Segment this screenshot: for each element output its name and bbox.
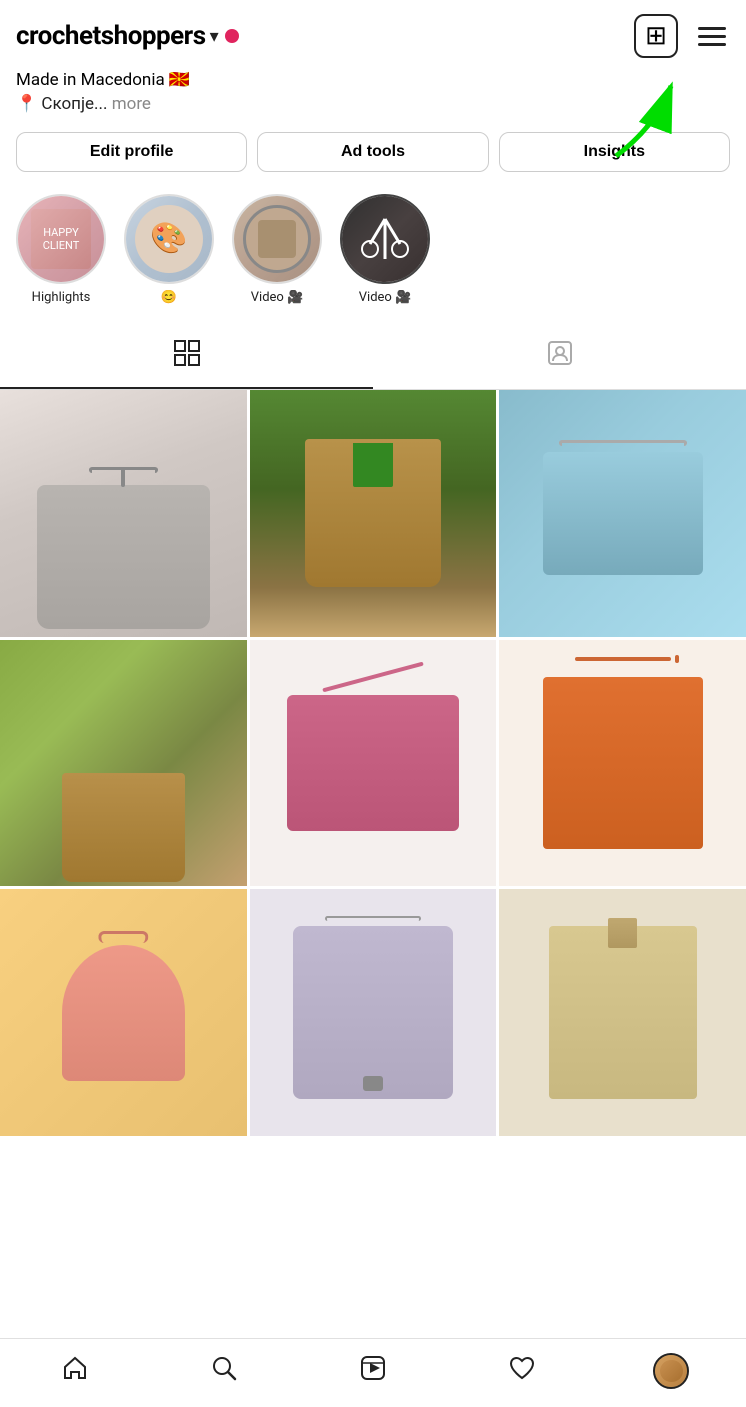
- grid-item-2[interactable]: [250, 390, 497, 637]
- grid-item-5[interactable]: [250, 640, 497, 887]
- tab-grid[interactable]: [0, 325, 373, 389]
- grid-item-6[interactable]: [499, 640, 746, 887]
- bio-line2: 📍 Скопје... more: [16, 94, 730, 114]
- bio-location: 📍 Скопје...: [16, 94, 108, 114]
- tab-tagged[interactable]: [373, 325, 746, 389]
- grid-item-3[interactable]: [499, 390, 746, 637]
- highlight-label-1: Highlights: [32, 290, 91, 305]
- menu-button[interactable]: [694, 23, 730, 50]
- grid-item-8[interactable]: [250, 889, 497, 1136]
- nav-home[interactable]: [45, 1349, 105, 1393]
- search-icon: [210, 1354, 238, 1389]
- home-icon: [61, 1354, 89, 1389]
- header: crochetshoppers ▾ ⊞: [0, 0, 746, 66]
- username-section: crochetshoppers ▾: [16, 21, 239, 51]
- highlight-image-2: 🎨: [126, 196, 212, 282]
- highlight-circle-2: 🎨: [124, 194, 214, 284]
- highlight-circle-1: HAPPYCLIENT: [16, 194, 106, 284]
- highlight-label-3: Video 🎥: [251, 290, 304, 305]
- add-content-button[interactable]: ⊞: [634, 14, 678, 58]
- nav-profile[interactable]: [641, 1349, 701, 1393]
- highlights-row: HAPPYCLIENT Highlights 🎨 😊: [0, 186, 746, 319]
- grid-item-9[interactable]: [499, 889, 746, 1136]
- insights-button[interactable]: Insights: [499, 132, 730, 172]
- highlight-image-4: [342, 196, 428, 282]
- username: crochetshoppers: [16, 21, 206, 51]
- grid-item-1[interactable]: [0, 390, 247, 637]
- menu-line-2: [698, 35, 726, 38]
- grid-item-7[interactable]: [0, 889, 247, 1136]
- header-actions: ⊞: [634, 14, 730, 58]
- nav-reels[interactable]: [343, 1349, 403, 1393]
- nav-heart[interactable]: [492, 1349, 552, 1393]
- nav-search[interactable]: [194, 1349, 254, 1393]
- grid-item-4[interactable]: [0, 640, 247, 887]
- heart-icon: [508, 1354, 536, 1389]
- highlight-circle-3: [232, 194, 322, 284]
- tab-bar: [0, 325, 746, 390]
- highlight-item-1[interactable]: HAPPYCLIENT Highlights: [16, 194, 106, 305]
- grid-icon: [173, 339, 201, 373]
- highlight-item-3[interactable]: Video 🎥: [232, 194, 322, 305]
- reels-icon: [359, 1354, 387, 1389]
- highlight-image-1: HAPPYCLIENT: [18, 196, 104, 282]
- live-dot: [225, 29, 239, 43]
- chevron-down-icon[interactable]: ▾: [210, 26, 219, 47]
- menu-line-1: [698, 27, 726, 30]
- photo-grid: [0, 390, 746, 1136]
- highlight-image-3: [234, 196, 320, 282]
- tagged-icon: [546, 339, 574, 373]
- edit-profile-button[interactable]: Edit profile: [16, 132, 247, 172]
- action-buttons: Edit profile Ad tools Insights: [0, 122, 746, 186]
- ad-tools-button[interactable]: Ad tools: [257, 132, 488, 172]
- highlight-item-2[interactable]: 🎨 😊: [124, 194, 214, 305]
- bio-more-link[interactable]: more: [112, 94, 151, 114]
- highlight-label-4: Video 🎥: [359, 290, 412, 305]
- bio-line1: Made in Macedonia 🇲🇰: [16, 70, 730, 90]
- bottom-nav: [0, 1338, 746, 1407]
- plus-icon: ⊞: [645, 21, 667, 51]
- highlight-label-2: 😊: [161, 290, 177, 305]
- bio-section: Made in Macedonia 🇲🇰 📍 Скопје... more: [0, 66, 746, 122]
- page-content: crochetshoppers ▾ ⊞ Made in Macedonia 🇲🇰…: [0, 0, 746, 1216]
- highlight-circle-4: [340, 194, 430, 284]
- highlight-item-4[interactable]: Video 🎥: [340, 194, 430, 305]
- menu-line-3: [698, 43, 726, 46]
- profile-avatar: [653, 1353, 689, 1389]
